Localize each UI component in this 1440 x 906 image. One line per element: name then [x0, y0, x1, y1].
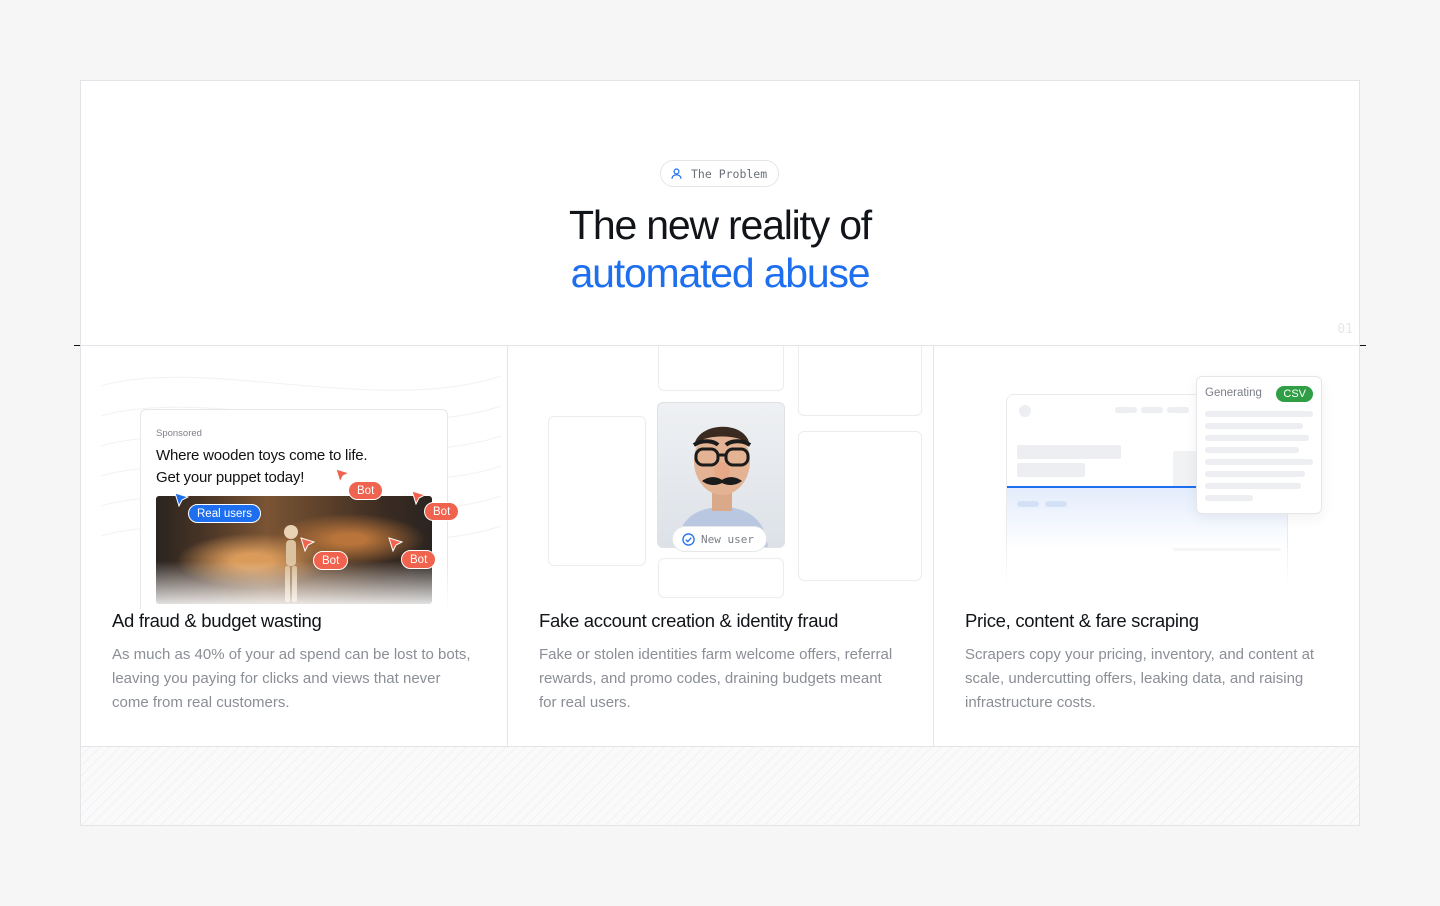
placeholder-line — [1167, 407, 1189, 413]
csv-badge: CSV — [1276, 386, 1313, 402]
section-header: The Problem The new reality of automated… — [81, 81, 1359, 346]
page-title: The new reality of — [569, 202, 872, 248]
grid-tile — [798, 346, 922, 416]
browser-dot — [1019, 405, 1031, 417]
bot-tag: Bot — [348, 481, 384, 500]
bot-cursor-icon — [335, 468, 350, 483]
placeholder-line — [1045, 501, 1067, 507]
ad-fade — [141, 561, 451, 611]
problem-section: The Problem The new reality of automated… — [80, 80, 1360, 826]
section-pill: The Problem — [660, 160, 780, 187]
csv-export-panel: Generating CSV — [1196, 376, 1322, 514]
new-user-label: New user — [701, 532, 754, 546]
placeholder-line — [1205, 459, 1313, 465]
placeholder-line — [1017, 501, 1039, 507]
grid-tile — [658, 346, 784, 391]
generating-label: Generating — [1205, 387, 1262, 399]
cursor-arrow-icon — [174, 492, 189, 507]
card-title: Price, content & fare scraping — [965, 610, 1199, 631]
placeholder-line — [1141, 407, 1163, 413]
placeholder-line — [1205, 423, 1303, 429]
problem-cards: Sponsored Where wooden toys come to life… — [81, 346, 1359, 746]
placeholder-line — [1205, 483, 1301, 489]
bot-tag: Bot — [424, 502, 460, 521]
bot-cursor-icon — [300, 537, 315, 552]
card-title: Fake account creation & identity fraud — [539, 610, 839, 631]
illustration-fade — [934, 536, 1359, 606]
placeholder-line — [1115, 407, 1137, 413]
card-fake-accounts: New user Fake account creation & identit… — [507, 346, 933, 746]
bot-tag: Bot — [313, 551, 349, 570]
grid-tile — [548, 416, 646, 566]
grid-tile — [658, 558, 784, 598]
page-title-accent: automated abuse — [570, 250, 871, 296]
placeholder-line — [1205, 447, 1299, 453]
placeholder-line — [1205, 471, 1305, 477]
placeholder-line — [1205, 495, 1253, 501]
check-circle-icon — [682, 532, 695, 546]
card-ad-fraud: Sponsored Where wooden toys come to life… — [81, 346, 507, 746]
card-title: Ad fraud & budget wasting — [112, 610, 322, 631]
placeholder-line — [1205, 411, 1313, 417]
card-description: As much as 40% of your ad spend can be l… — [112, 646, 471, 711]
placeholder-line — [1205, 435, 1309, 441]
sponsored-label: Sponsored — [156, 428, 202, 439]
bot-tag: Bot — [401, 550, 437, 569]
new-user-badge: New user — [672, 526, 767, 552]
real-users-tag: Real users — [188, 504, 261, 523]
section-pill-label: The Problem — [691, 166, 768, 181]
bot-cursor-icon — [411, 490, 426, 505]
card-description: Fake or stolen identities farm welcome o… — [539, 646, 893, 711]
user-icon — [671, 168, 682, 179]
grid-tile — [798, 431, 922, 581]
bot-cursor-icon — [388, 537, 403, 552]
card-scraping: Generating CSV Price, content & fare scr… — [933, 346, 1359, 746]
placeholder-block — [1017, 445, 1121, 459]
hatched-footer — [81, 746, 1359, 825]
placeholder-block — [1017, 463, 1085, 477]
card-description: Scrapers copy your pricing, inventory, a… — [965, 646, 1315, 711]
section-number: 01 — [1337, 322, 1353, 337]
